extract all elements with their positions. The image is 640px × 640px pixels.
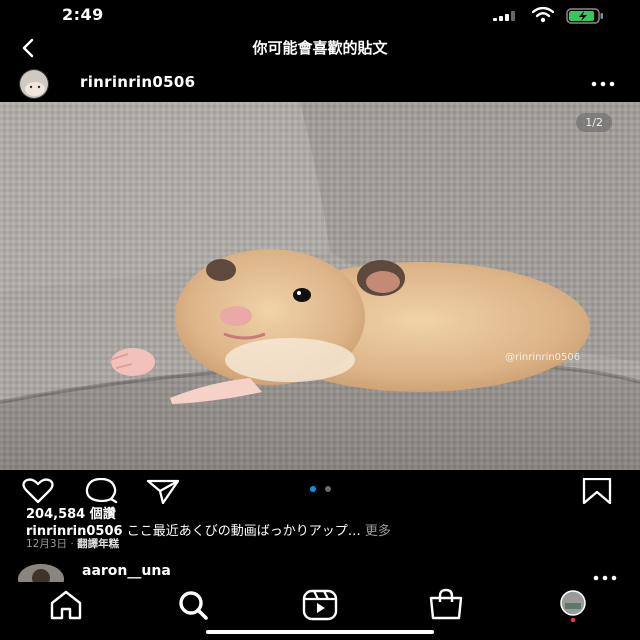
post-date: 12月3日 <box>26 538 68 550</box>
more-horizontal-icon[interactable] <box>590 80 616 88</box>
avatar[interactable] <box>19 69 49 99</box>
search-icon[interactable] <box>173 588 213 622</box>
caption-more-link[interactable]: 更多 <box>365 524 391 539</box>
shop-icon[interactable] <box>426 588 466 622</box>
next-post-header: aaron__una <box>0 562 640 584</box>
share-icon[interactable] <box>146 478 180 504</box>
meta-separator: · <box>70 538 74 550</box>
heart-icon[interactable] <box>21 478 55 504</box>
post-photo[interactable]: 1/2 @rinrinrin0506 <box>0 102 640 470</box>
action-row <box>0 476 640 506</box>
status-bar: 2:49 <box>0 0 640 32</box>
post-username[interactable]: rinrinrin0506 <box>80 73 195 91</box>
photo-counter: 1/2 <box>576 113 612 132</box>
home-icon[interactable] <box>46 588 86 622</box>
more-horizontal-icon[interactable] <box>592 574 618 582</box>
translate-link[interactable]: 翻譯年糕 <box>77 538 119 550</box>
page-title: 你可能會喜歡的貼文 <box>252 39 388 57</box>
battery-charging-icon <box>566 8 603 24</box>
post-meta: 12月3日 · 翻譯年糕 <box>26 536 119 551</box>
home-indicator[interactable] <box>206 630 434 634</box>
bookmark-icon[interactable] <box>580 478 614 504</box>
signal-icon <box>493 11 515 21</box>
caption-text: ここ最近あくびの動画ばっかりアップ… <box>126 524 361 539</box>
profile-icon[interactable] <box>553 588 593 622</box>
wifi-icon <box>532 7 554 23</box>
photo-watermark: @rinrinrin0506 <box>505 352 581 363</box>
status-time: 2:49 <box>62 5 104 24</box>
reels-icon[interactable] <box>300 588 340 622</box>
comment-icon[interactable] <box>84 478 118 504</box>
post-header: rinrinrin0506 <box>0 66 640 100</box>
next-post-username[interactable]: aaron__una <box>82 563 171 579</box>
avatar[interactable] <box>18 564 64 584</box>
nav-header: 你可能會喜歡的貼文 <box>0 32 640 64</box>
carousel-dots <box>310 486 331 492</box>
hamster-photo <box>0 102 640 470</box>
